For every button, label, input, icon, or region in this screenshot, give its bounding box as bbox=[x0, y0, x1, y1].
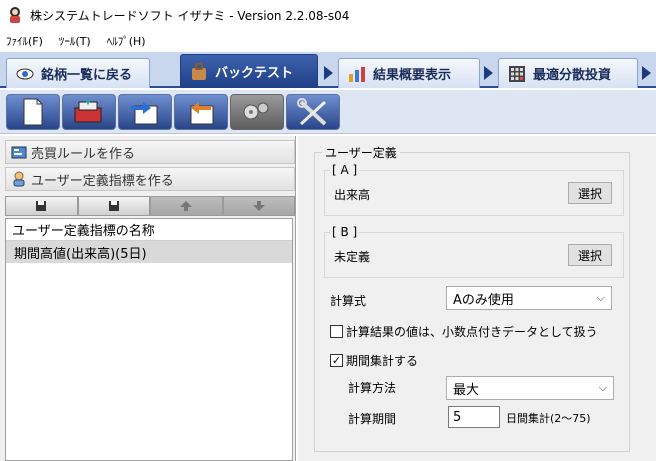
trading-rules-label: 売買ルールを作る bbox=[31, 146, 136, 162]
b-legend: [ B ] bbox=[330, 225, 360, 239]
window-title: 株システムトレードソフト イザナミ - Version 2.2.08-s04 bbox=[30, 8, 350, 23]
import-icon bbox=[190, 102, 214, 125]
export-button[interactable] bbox=[118, 94, 172, 130]
optimize-button[interactable] bbox=[230, 94, 284, 130]
document-icon bbox=[23, 98, 43, 126]
list-item[interactable]: 期間高値(出来高)(5日) bbox=[6, 241, 292, 263]
user-indicator-header[interactable]: ユーザー定義指標を作る bbox=[5, 167, 295, 191]
select-a-button[interactable]: 選択 bbox=[568, 182, 612, 204]
method-value: 最大 bbox=[453, 382, 480, 398]
tab-backtest-label: バックテスト bbox=[215, 66, 294, 81]
new-document-button[interactable] bbox=[6, 94, 60, 130]
group-title: ユーザー定義 bbox=[322, 144, 400, 161]
trading-rules-header[interactable]: 売買ルールを作る bbox=[5, 140, 295, 164]
database-button[interactable] bbox=[62, 94, 116, 130]
user-icon bbox=[13, 171, 25, 187]
menu-bar: ﾌｧｲﾙ(F) ﾂｰﾙ(T) ﾍﾙﾌﾟ(H) bbox=[0, 30, 656, 52]
tab-stock-list[interactable]: 銘柄一覧に戻る bbox=[6, 58, 150, 88]
menu-tools[interactable]: ﾂｰﾙ(T) bbox=[59, 33, 91, 49]
period-label: 計算期間 bbox=[348, 412, 397, 426]
save-button[interactable] bbox=[5, 196, 78, 216]
main-tab-bar: 銘柄一覧に戻る バックテスト 結果概要表示 最適分散投資 bbox=[0, 52, 656, 88]
checkbox-box-checked: ✓ bbox=[330, 354, 343, 367]
checkbox-box bbox=[330, 325, 343, 338]
period-unit: 日間集計(2～75) bbox=[506, 412, 591, 425]
method-label: 計算方法 bbox=[348, 381, 397, 395]
arrow-down-icon bbox=[252, 201, 265, 211]
calculator-icon bbox=[509, 65, 525, 82]
eye-icon bbox=[16, 68, 34, 79]
arrow-right-icon bbox=[324, 66, 333, 80]
gears-icon bbox=[243, 102, 269, 120]
right-panel: ユーザー定義 [ A ] 出来高 選択 [ B ] 未定義 選択 計算式 Aのみ… bbox=[298, 136, 656, 461]
formula-value: Aのみ使用 bbox=[453, 292, 514, 308]
tab-stock-list-label: 銘柄一覧に戻る bbox=[41, 68, 133, 83]
arrow-right-icon bbox=[484, 66, 493, 80]
tab-optimal-allocation[interactable]: 最適分散投資 bbox=[498, 58, 638, 88]
save-as-button[interactable] bbox=[77, 196, 150, 216]
chevron-down-icon: ⌵ bbox=[596, 291, 605, 304]
menu-help[interactable]: ﾍﾙﾌﾟ(H) bbox=[107, 33, 146, 49]
tab-result-summary-label: 結果概要表示 bbox=[373, 68, 452, 83]
decimal-check-label: 計算結果の値は、小数点付きデータとして扱う bbox=[346, 325, 598, 339]
toolbar bbox=[0, 90, 656, 134]
title-bar: 株システムトレードソフト イザナミ - Version 2.2.08-s04 bbox=[0, 0, 656, 30]
database-icon bbox=[74, 100, 102, 123]
tab-backtest[interactable]: バックテスト bbox=[180, 54, 318, 88]
list-header: ユーザー定義指標の名称 bbox=[6, 219, 292, 241]
a-value: 出来高 bbox=[334, 188, 371, 202]
tools-button[interactable] bbox=[286, 94, 340, 130]
b-value: 未定義 bbox=[334, 250, 371, 264]
left-panel: 売買ルールを作る ユーザー定義指標を作る ユーザー定義指標の名称 期間高値(出来… bbox=[0, 136, 296, 461]
chevron-down-icon: ⌵ bbox=[598, 381, 607, 394]
arrow-right-icon bbox=[642, 66, 651, 80]
menu-file[interactable]: ﾌｧｲﾙ(F) bbox=[6, 33, 43, 49]
period-check-label: 期間集計する bbox=[346, 354, 419, 368]
tab-result-summary[interactable]: 結果概要表示 bbox=[338, 58, 480, 88]
select-b-button[interactable]: 選択 bbox=[568, 244, 612, 266]
arrow-up-icon bbox=[180, 201, 193, 211]
floppy-icon bbox=[36, 201, 47, 211]
wrench-icon bbox=[297, 98, 327, 126]
user-indicator-label: ユーザー定義指標を作る bbox=[31, 173, 174, 189]
formula-select[interactable]: Aのみ使用 ⌵ bbox=[446, 286, 612, 310]
indicator-list[interactable]: ユーザー定義指標の名称 期間高値(出来高)(5日) bbox=[5, 218, 293, 461]
move-down-button[interactable] bbox=[222, 196, 295, 216]
list-action-bar bbox=[5, 196, 295, 216]
chart-icon bbox=[349, 66, 365, 82]
floppy-icon bbox=[108, 201, 119, 211]
import-button[interactable] bbox=[174, 94, 228, 130]
period-aggregate-checkbox[interactable]: ✓ 期間集計する bbox=[330, 352, 418, 369]
a-legend: [ A ] bbox=[330, 163, 360, 177]
tab-optimal-allocation-label: 最適分散投資 bbox=[533, 68, 612, 83]
export-icon bbox=[131, 102, 158, 125]
formula-label: 計算式 bbox=[330, 294, 367, 308]
app-logo-icon bbox=[10, 7, 20, 23]
period-input[interactable]: 5 bbox=[448, 406, 500, 428]
bag-icon bbox=[192, 62, 206, 80]
decimal-checkbox[interactable]: 計算結果の値は、小数点付きデータとして扱う bbox=[330, 323, 598, 340]
rules-icon bbox=[11, 146, 27, 159]
move-up-button[interactable] bbox=[150, 196, 223, 216]
method-select[interactable]: 最大 ⌵ bbox=[446, 376, 614, 400]
